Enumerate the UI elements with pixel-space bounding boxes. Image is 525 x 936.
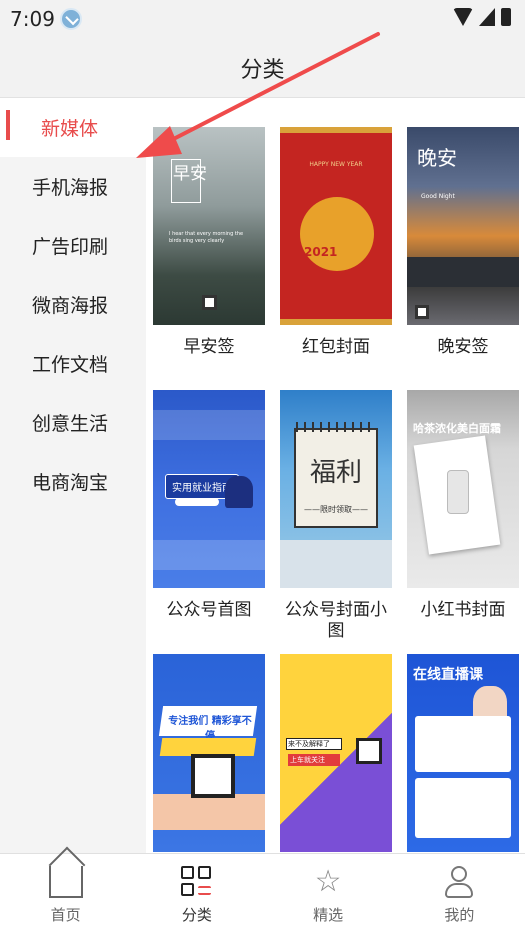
sidebar-item-label: 手机海报 — [32, 177, 109, 199]
template-tile[interactable]: 来不及解释了 上车就关注 — [280, 654, 392, 852]
sidebar-item-ecommerce[interactable]: 电商淘宝 — [0, 452, 146, 511]
tab-label: 分类 — [181, 906, 212, 924]
thumb-panel — [415, 716, 511, 772]
template-thumbnail[interactable]: HAPPY NEW YEAR 2021 — [280, 127, 392, 325]
template-label: 公众号封面小图 — [285, 600, 387, 641]
page-title: 分类 — [240, 58, 285, 83]
template-tile[interactable]: HAPPY NEW YEAR 2021 红包封面 — [280, 127, 392, 358]
sidebar-item-ad-print[interactable]: 广告印刷 — [0, 216, 146, 275]
thumb-year: 2021 — [304, 245, 338, 259]
template-label: 早安签 — [183, 337, 235, 357]
tab-label: 精选 — [313, 906, 344, 924]
thumb-caption: ——限时领取—— — [304, 505, 368, 514]
qr-code-icon — [191, 754, 235, 798]
thumb-title: 福利 — [309, 458, 362, 488]
template-label: 公众号首图 — [166, 600, 252, 620]
sidebar-item-wechat-poster[interactable]: 微商海报 — [0, 275, 146, 334]
thumb-blur — [153, 540, 265, 570]
thumb-title: 在线直播课 — [413, 667, 483, 683]
tab-label: 我的 — [444, 906, 475, 924]
template-thumbnail[interactable]: 专注我们 精彩享不停 — [153, 654, 265, 852]
wifi-icon — [453, 8, 473, 26]
system-icons — [453, 8, 511, 26]
thumb-title: 晚安 — [417, 146, 457, 170]
sidebar-item-label: 广告印刷 — [32, 236, 109, 258]
sidebar-item-creative-life[interactable]: 创意生活 — [0, 393, 146, 452]
battery-icon — [501, 8, 511, 26]
thumb-title: 早安 — [173, 164, 207, 184]
template-thumbnail[interactable]: 哈茶浓化美白面霜 — [407, 390, 519, 588]
thumb-figure — [225, 476, 253, 508]
template-thumbnail[interactable]: 在线直播课 — [407, 654, 519, 852]
user-icon — [444, 866, 474, 898]
star-icon: ☆ — [314, 864, 342, 899]
thumb-subtitle: I hear that every morning the birds sing… — [169, 231, 244, 244]
template-thumbnail[interactable]: 早安 I hear that every morning the birds s… — [153, 127, 265, 325]
template-tile[interactable]: 哈茶浓化美白面霜 小红书封面 — [407, 390, 519, 621]
thumb-title: 哈茶浓化美白面霜 — [413, 422, 501, 435]
sidebar-item-label: 电商淘宝 — [32, 472, 109, 494]
template-label: 晚安签 — [437, 337, 489, 357]
template-thumbnail[interactable]: 实用就业指南 — [153, 390, 265, 588]
qr-code-icon — [415, 305, 429, 319]
template-thumbnail[interactable]: 福利 ——限时领取—— — [280, 390, 392, 588]
thumb-band — [280, 127, 392, 133]
category-sidebar: 新媒体 手机海报 广告印刷 微商海报 工作文档 创意生活 电商淘宝 — [0, 98, 146, 853]
template-tile[interactable]: 福利 ——限时领取—— 公众号封面小图 — [280, 390, 392, 642]
template-tile[interactable]: 实用就业指南 公众号首图 — [153, 390, 265, 621]
thumb-subtitle: Good Night — [421, 193, 455, 200]
tab-category[interactable]: 分类 — [131, 854, 262, 936]
template-grid: 早安 I hear that every morning the birds s… — [146, 98, 525, 853]
template-tile[interactable]: 早安 I hear that every morning the birds s… — [153, 127, 265, 358]
tab-profile[interactable]: 我的 — [394, 854, 525, 936]
category-icon — [180, 866, 213, 898]
sidebar-item-label: 微商海报 — [32, 295, 109, 317]
qr-code-icon — [356, 738, 382, 764]
tab-home[interactable]: 首页 — [0, 854, 131, 936]
thumb-hands — [153, 794, 265, 830]
thumb-calendar-rings — [296, 422, 376, 432]
template-thumbnail[interactable]: 晚安 Good Night — [407, 127, 519, 325]
template-label: 红包封面 — [302, 337, 370, 357]
status-bar: 7:09 — [0, 0, 525, 36]
download-notification-icon — [60, 8, 82, 30]
thumb-ox-emblem — [300, 197, 374, 271]
thumb-panel — [415, 778, 511, 838]
template-thumbnail[interactable]: 来不及解释了 上车就关注 — [280, 654, 392, 852]
sidebar-item-new-media[interactable]: 新媒体 — [0, 98, 146, 157]
bottom-tab-bar: 首页 分类 ☆ 精选 我的 — [0, 853, 525, 936]
qr-code-icon — [202, 295, 217, 310]
thumb-line1: 来不及解释了 — [288, 740, 330, 748]
thumb-caption: HAPPY NEW YEAR — [309, 161, 363, 168]
sidebar-item-label: 新媒体 — [41, 118, 99, 140]
signal-icon — [479, 8, 495, 26]
thumb-footer — [280, 540, 392, 588]
status-time: 7:09 — [10, 7, 55, 31]
sidebar-item-work-doc[interactable]: 工作文档 — [0, 334, 146, 393]
thumb-bottle — [447, 470, 469, 514]
template-label: 小红书封面 — [420, 600, 506, 620]
home-icon — [48, 866, 83, 898]
sidebar-item-label: 工作文档 — [32, 354, 109, 376]
app-header: 分类 — [0, 36, 525, 98]
thumb-pier — [407, 257, 519, 287]
template-tile[interactable]: 专注我们 精彩享不停 — [153, 654, 265, 852]
sidebar-item-label: 创意生活 — [32, 413, 109, 435]
thumb-subtitle-bar — [175, 498, 219, 506]
thumb-blur — [153, 410, 265, 440]
template-tile[interactable]: 晚安 Good Night 晚安签 — [407, 127, 519, 358]
tab-label: 首页 — [50, 906, 81, 924]
tab-featured[interactable]: ☆ 精选 — [263, 854, 394, 936]
template-tile[interactable]: 在线直播课 — [407, 654, 519, 852]
thumb-band — [280, 319, 392, 325]
sidebar-item-phone-poster[interactable]: 手机海报 — [0, 157, 146, 216]
thumb-line2: 上车就关注 — [290, 756, 325, 764]
